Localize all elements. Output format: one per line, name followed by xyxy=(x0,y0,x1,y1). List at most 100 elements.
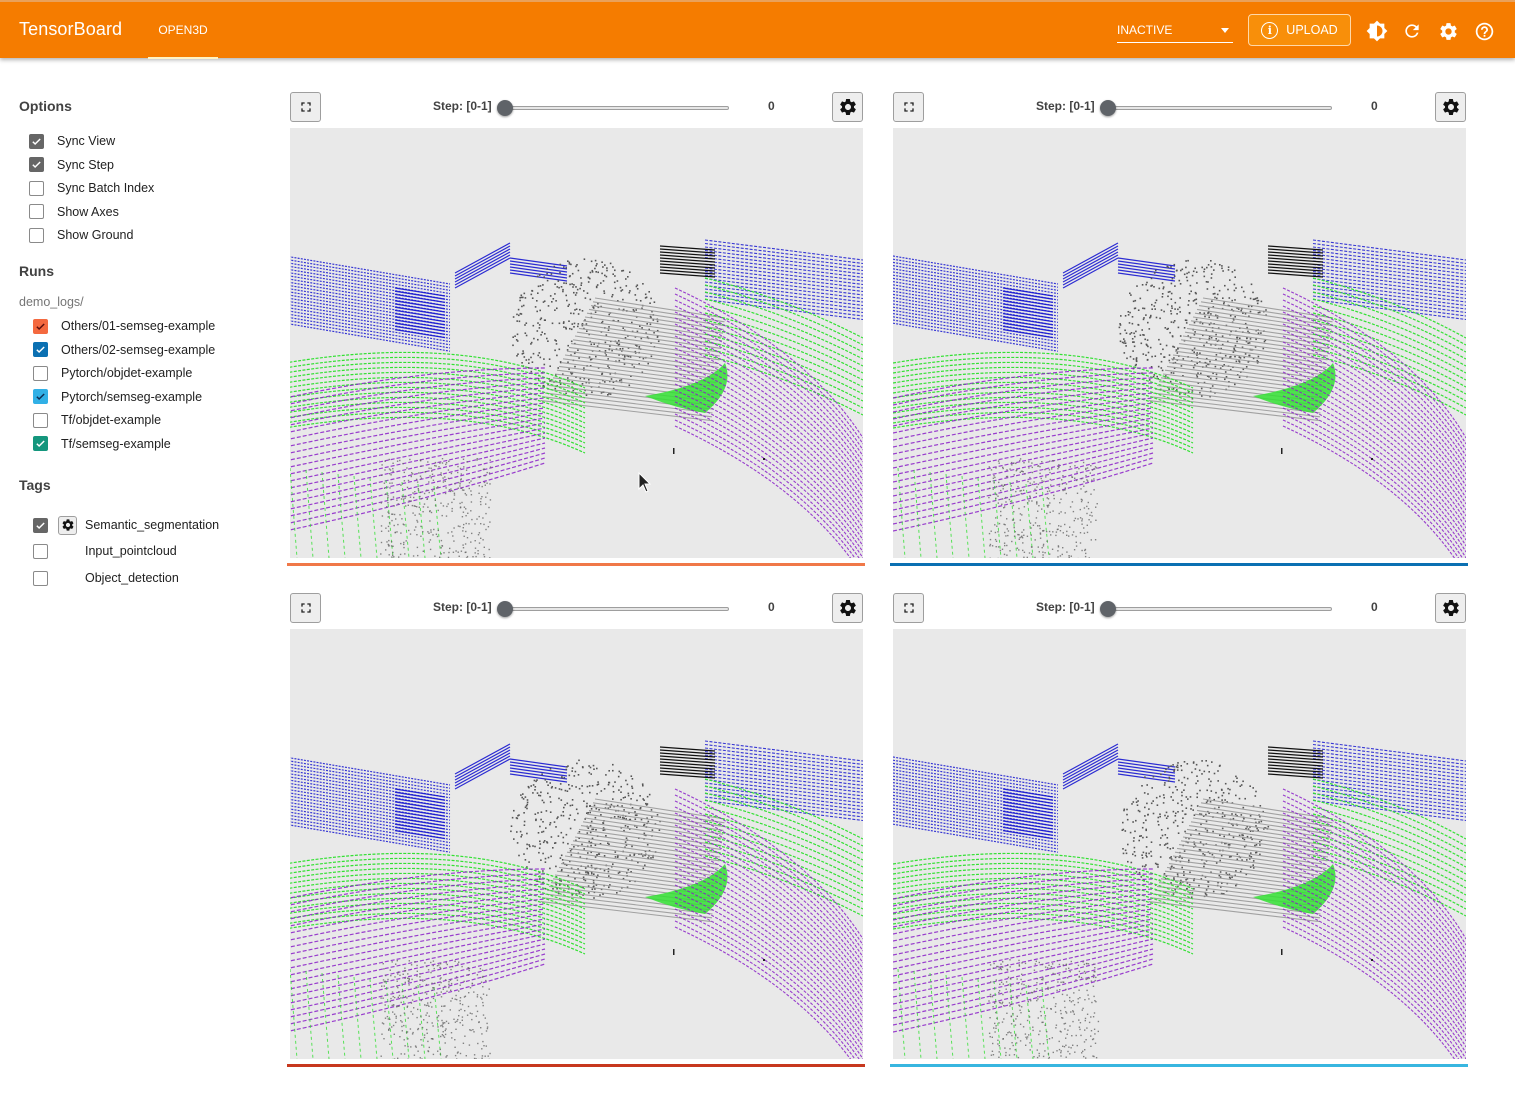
run-color-bar xyxy=(287,563,865,566)
panel-settings-button[interactable] xyxy=(832,593,863,623)
run-state-select[interactable]: INACTIVE xyxy=(1117,21,1233,43)
fullscreen-button[interactable] xyxy=(290,593,321,623)
run-item[interactable]: Pytorch/semseg-example xyxy=(33,388,202,406)
run-color-bar xyxy=(287,1064,865,1067)
fullscreen-button[interactable] xyxy=(893,593,924,623)
help-icon[interactable] xyxy=(1473,20,1495,42)
checkmark-icon xyxy=(36,393,45,401)
point-cloud-render xyxy=(893,128,1466,558)
step-slider-track[interactable] xyxy=(1108,106,1332,110)
visualization-panel: Step: [0-1] 0 xyxy=(890,86,1468,566)
checkbox-unchecked[interactable] xyxy=(33,365,48,381)
3d-viewport[interactable] xyxy=(290,128,863,558)
step-slider-track[interactable] xyxy=(1108,607,1332,611)
checkbox-checked[interactable] xyxy=(29,133,44,149)
fullscreen-icon xyxy=(903,603,914,613)
checkbox-checked[interactable] xyxy=(33,436,48,451)
run-label: Others/01-semseg-example xyxy=(61,319,216,333)
tag-item[interactable]: Input_pointcloud xyxy=(33,542,177,560)
dropdown-arrow-icon xyxy=(1221,28,1229,33)
step-slider-track[interactable] xyxy=(505,106,729,110)
checkmark-icon xyxy=(32,137,41,145)
option-sync-step[interactable]: Sync Step xyxy=(29,156,114,174)
checkbox-checked[interactable] xyxy=(33,318,48,334)
step-label: Step: [0-1] xyxy=(433,99,492,113)
fullscreen-button[interactable] xyxy=(893,92,924,122)
gear-icon xyxy=(1442,99,1459,115)
fullscreen-button[interactable] xyxy=(290,92,321,122)
run-label: Tf/objdet-example xyxy=(61,413,162,427)
upload-button[interactable]: i UPLOAD xyxy=(1248,14,1351,46)
checkmark-icon xyxy=(32,161,41,169)
fullscreen-icon xyxy=(300,603,311,613)
checkbox-unchecked[interactable] xyxy=(33,412,48,428)
brightness-icon[interactable] xyxy=(1366,20,1388,42)
option-sync-batch-index[interactable]: Sync Batch Index xyxy=(29,179,154,197)
checkbox-unchecked[interactable] xyxy=(29,204,44,219)
checkmark-icon xyxy=(36,346,45,354)
step-slider-thumb[interactable] xyxy=(497,601,513,617)
run-item[interactable]: Pytorch/objdet-example xyxy=(33,364,192,382)
option-label: Sync View xyxy=(57,134,116,148)
run-label: Pytorch/semseg-example xyxy=(61,389,203,404)
checkbox-unchecked[interactable] xyxy=(29,180,44,196)
run-state-value: INACTIVE xyxy=(1117,23,1173,37)
visualization-panel: Step: [0-1] 0 xyxy=(287,86,865,566)
3d-viewport[interactable] xyxy=(893,629,1466,1059)
tag-item[interactable]: Semantic_segmentation xyxy=(33,515,220,535)
point-cloud-render xyxy=(893,629,1466,1059)
checkbox-checked[interactable] xyxy=(29,157,44,172)
option-label: Show Axes xyxy=(57,204,119,219)
fullscreen-icon xyxy=(903,102,914,112)
tag-settings-button[interactable] xyxy=(58,515,77,535)
tag-item[interactable]: Object_detection xyxy=(33,569,179,587)
option-show-axes[interactable]: Show Axes xyxy=(29,203,119,221)
point-cloud-render xyxy=(290,629,863,1059)
checkbox-unchecked[interactable] xyxy=(33,570,48,586)
step-label: Step: [0-1] xyxy=(1036,600,1095,614)
checkbox-unchecked[interactable] xyxy=(29,227,44,243)
checkbox-checked[interactable] xyxy=(33,517,48,533)
app-title: TensorBoard xyxy=(19,19,123,39)
option-show-ground[interactable]: Show Ground xyxy=(29,226,133,244)
tag-label: Semantic_segmentation xyxy=(85,518,220,532)
options-heading: Options xyxy=(19,98,72,114)
checkmark-icon xyxy=(36,521,45,529)
run-item[interactable]: Others/02-semseg-example xyxy=(33,341,215,359)
tags-heading: Tags xyxy=(19,477,51,493)
option-sync-view[interactable]: Sync View xyxy=(29,132,115,150)
checkbox-unchecked[interactable] xyxy=(33,543,48,559)
checkmark-icon xyxy=(36,322,45,330)
panel-settings-button[interactable] xyxy=(1435,593,1466,623)
checkbox-checked[interactable] xyxy=(33,342,48,357)
gear-icon xyxy=(62,519,73,531)
run-item[interactable]: Others/01-semseg-example xyxy=(33,317,215,335)
run-item[interactable]: Tf/semseg-example xyxy=(33,435,171,453)
step-slider-track[interactable] xyxy=(505,607,729,611)
panel-settings-button[interactable] xyxy=(832,92,863,122)
runs-heading: Runs xyxy=(19,263,54,279)
checkmark-icon xyxy=(36,440,45,448)
tab-open3d[interactable]: OPEN3D xyxy=(148,2,218,58)
checkbox-checked[interactable] xyxy=(33,389,48,404)
3d-viewport[interactable] xyxy=(290,629,863,1059)
settings-icon[interactable] xyxy=(1437,20,1459,42)
tag-label: Object_detection xyxy=(85,571,179,585)
step-slider-thumb[interactable] xyxy=(497,100,513,116)
mouse-cursor-icon xyxy=(638,471,652,499)
3d-viewport[interactable] xyxy=(893,128,1466,558)
gear-icon xyxy=(839,99,856,115)
step-slider-thumb[interactable] xyxy=(1100,601,1116,617)
refresh-icon[interactable] xyxy=(1401,20,1423,42)
visualization-panel: Step: [0-1] 0 xyxy=(287,587,865,1067)
sidebar: Options Sync View Sync Step Sync Batch Ind… xyxy=(0,58,270,1116)
option-label: Show Ground xyxy=(57,228,134,242)
upload-label: UPLOAD xyxy=(1286,23,1338,37)
run-item[interactable]: Tf/objdet-example xyxy=(33,411,161,429)
info-icon: i xyxy=(1261,21,1279,39)
runs-group-label: demo_logs/ xyxy=(19,295,84,309)
step-slider-thumb[interactable] xyxy=(1100,100,1116,116)
step-label: Step: [0-1] xyxy=(1036,99,1095,113)
panel-settings-button[interactable] xyxy=(1435,92,1466,122)
option-label: Sync Step xyxy=(57,157,114,172)
